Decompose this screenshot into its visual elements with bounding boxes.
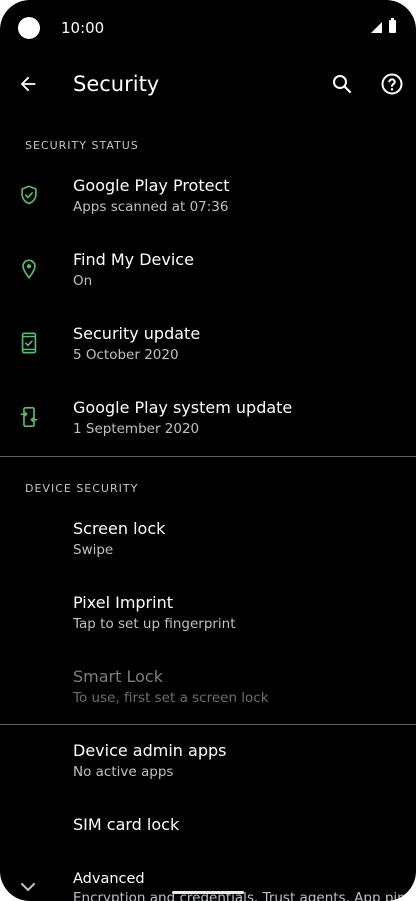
app-bar: Security [0, 56, 416, 112]
item-summary: 5 October 2020 [73, 347, 179, 363]
item-label: Find My Device [73, 250, 194, 269]
list-item-find-my-device[interactable]: Find My Device On [0, 238, 416, 312]
item-label: Device admin apps [73, 741, 227, 760]
item-label: Advanced [73, 871, 145, 887]
list-item-security-update[interactable]: Security update 5 October 2020 [0, 312, 416, 386]
location-pin-icon [16, 256, 42, 282]
arrow-back-icon [20, 76, 36, 92]
phone-sync-icon [16, 404, 42, 430]
shield-check-icon [16, 182, 42, 208]
search-button[interactable] [322, 64, 362, 104]
list-item-smart-lock: Smart Lock To use, first set a screen lo… [0, 655, 416, 729]
item-summary: Encryption and credentials, Trust agents… [73, 890, 416, 901]
list-item-device-admin-apps[interactable]: Device admin apps No active apps [0, 729, 416, 803]
item-summary: To use, first set a screen lock [73, 690, 269, 706]
help-icon [381, 73, 403, 95]
list-item-screen-lock[interactable]: Screen lock Swipe [0, 507, 416, 581]
item-label: Google Play Protect [73, 176, 230, 195]
list-item-google-play-system-update[interactable]: Google Play system update 1 September 20… [0, 386, 416, 460]
back-button[interactable] [8, 64, 48, 104]
list-item-google-play-protect[interactable]: Google Play Protect Apps scanned at 07:3… [0, 164, 416, 238]
gesture-nav-handle[interactable] [172, 891, 244, 894]
chevron-down-icon[interactable] [16, 875, 40, 901]
phone-check-icon [16, 330, 42, 356]
list-item-pixel-imprint[interactable]: Pixel Imprint Tap to set up fingerprint [0, 581, 416, 655]
item-label: Google Play system update [73, 398, 293, 417]
item-label: SIM card lock [73, 815, 180, 834]
section-header-security-status: SECURITY STATUS [25, 139, 139, 152]
section-divider [0, 724, 416, 725]
page-title: Security [73, 72, 160, 96]
item-summary: Apps scanned at 07:36 [73, 199, 229, 215]
item-label: Screen lock [73, 519, 166, 538]
status-bar: 10:00 [0, 0, 416, 56]
signal-icon [371, 22, 382, 33]
item-summary: No active apps [73, 764, 174, 780]
item-label: Pixel Imprint [73, 593, 173, 612]
search-icon [333, 75, 352, 94]
item-summary: 1 September 2020 [73, 421, 200, 437]
battery-icon [389, 18, 396, 33]
item-summary: Tap to set up fingerprint [73, 616, 236, 632]
help-button[interactable] [372, 64, 412, 104]
item-summary: On [73, 273, 93, 289]
section-divider [0, 456, 416, 457]
item-label: Security update [73, 324, 201, 343]
front-camera [18, 17, 40, 39]
section-header-device-security: DEVICE SECURITY [25, 482, 139, 495]
list-item-advanced[interactable]: Advanced Encryption and credentials, Tru… [0, 859, 416, 901]
phone-screen: 10:00 Security SECURITY STATUS Google Pl… [0, 0, 416, 901]
item-summary: Swipe [73, 542, 114, 558]
item-label: Smart Lock [73, 667, 163, 686]
status-time: 10:00 [61, 19, 105, 37]
